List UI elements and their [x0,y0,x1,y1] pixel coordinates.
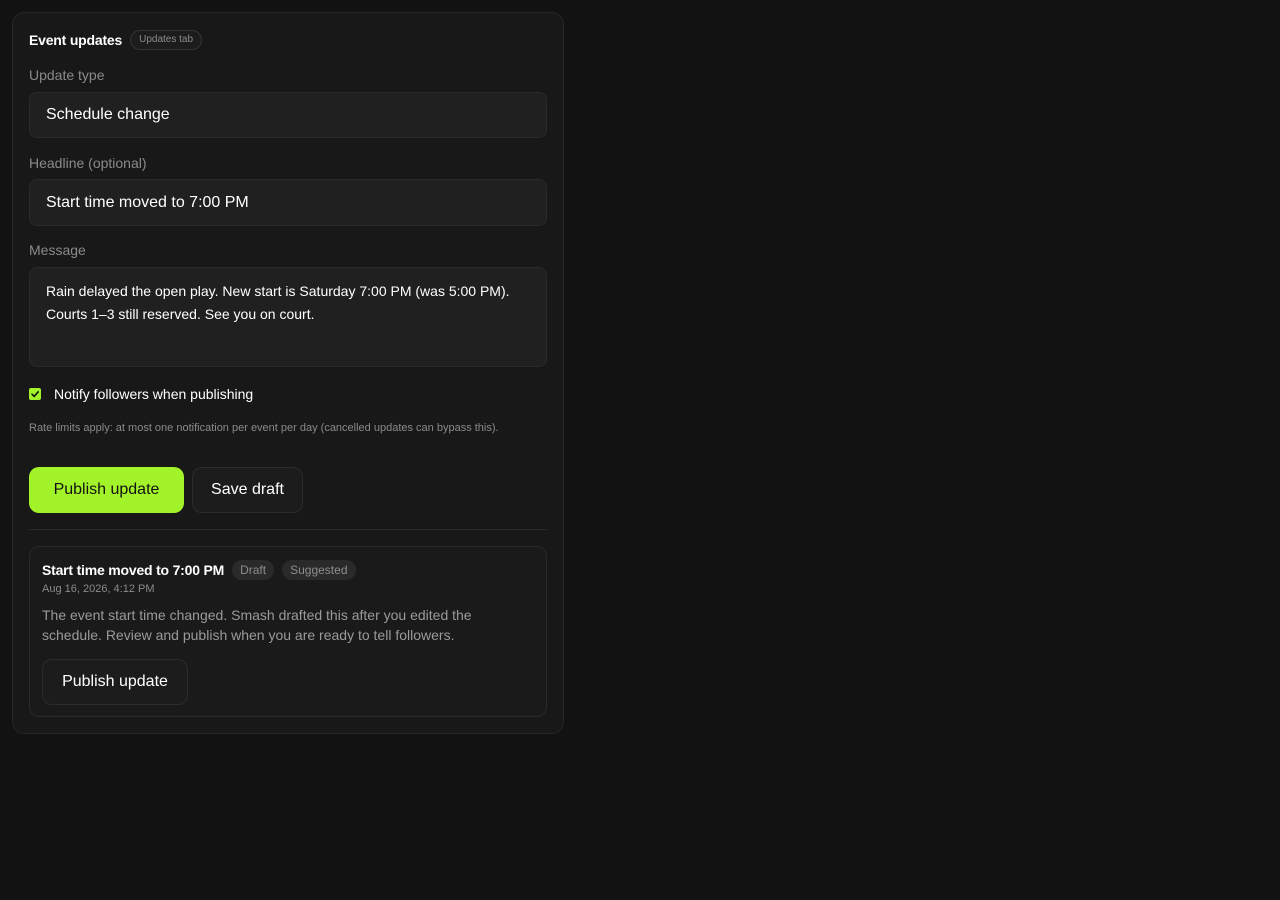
draft-card-description: The event start time changed. Smash draf… [42,607,472,643]
update-type-value: Schedule change [46,106,170,123]
rate-limit-note: Rate limits apply: at most one notificat… [29,422,499,434]
message-label: Message [29,242,86,258]
suggested-badge: Suggested [282,560,356,580]
checkmark-icon [31,391,39,398]
updates-tab-tag: Updates tab [130,30,203,50]
draft-card-title: Start time moved to 7:00 PM [42,562,225,578]
message-textarea[interactable]: Rain delayed the open play. New start is… [29,267,547,367]
notify-followers-checkbox[interactable] [29,388,41,400]
headline-input[interactable]: Start time moved to 7:00 PM [29,179,547,226]
save-draft-button[interactable]: Save draft [192,467,303,513]
update-type-select[interactable]: Schedule change [29,92,547,138]
panel-title: Event updates [29,32,123,48]
divider [29,529,547,530]
event-updates-panel: Event updates Updates tab Update type Sc… [12,12,564,734]
publish-update-button[interactable]: Publish update [29,467,184,513]
draft-status-badge: Draft [232,560,275,580]
notify-followers-label: Notify followers when publishing [54,386,254,402]
draft-update-card: Start time moved to 7:00 PM Draft Sugges… [29,546,547,717]
draft-card-date: Aug 16, 2026, 4:12 PM [42,583,155,595]
headline-label: Headline (optional) [29,155,147,171]
headline-value: Start time moved to 7:00 PM [46,193,249,211]
panel-header: Event updates Updates tab [29,29,203,51]
update-type-label: Update type [29,67,105,83]
notify-followers-row[interactable]: Notify followers when publishing [29,385,253,403]
draft-publish-update-button[interactable]: Publish update [42,659,188,705]
draft-card-header: Start time moved to 7:00 PM Draft Sugges… [42,559,356,581]
